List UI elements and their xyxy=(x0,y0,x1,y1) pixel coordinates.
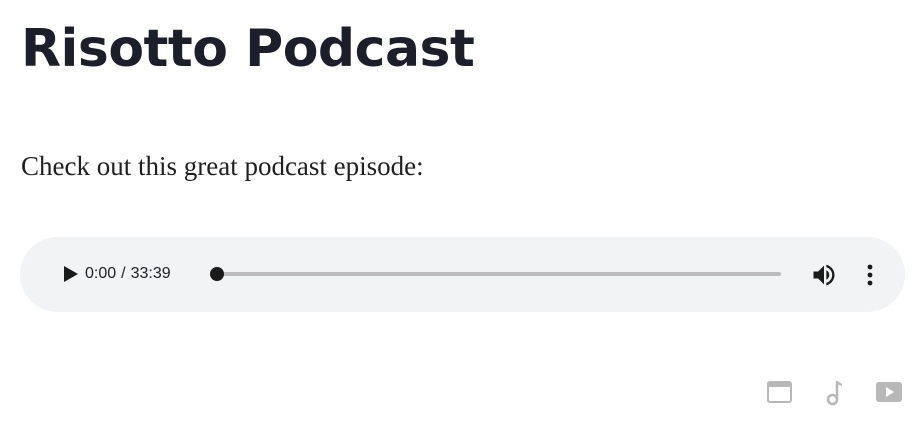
page-title: Risotto Podcast xyxy=(21,19,475,79)
time-display: 0:00 / 33:39 xyxy=(85,263,171,285)
current-time: 0:00 xyxy=(85,265,117,282)
seek-bar[interactable] xyxy=(210,267,781,281)
music-note-icon[interactable] xyxy=(820,378,848,406)
window-icon[interactable] xyxy=(766,378,794,406)
extension-icons xyxy=(0,378,917,408)
audio-player[interactable]: 0:00 / 33:39 xyxy=(20,237,905,312)
volume-icon xyxy=(813,264,835,286)
more-vert-icon xyxy=(867,264,873,286)
more-options-button[interactable] xyxy=(858,261,882,289)
intro-text: Check out this great podcast episode: xyxy=(21,151,424,181)
duration: 33:39 xyxy=(130,265,171,282)
volume-button[interactable] xyxy=(810,261,838,289)
seek-thumb[interactable] xyxy=(210,267,224,281)
video-icon[interactable] xyxy=(875,378,903,406)
time-separator: / xyxy=(121,265,126,282)
